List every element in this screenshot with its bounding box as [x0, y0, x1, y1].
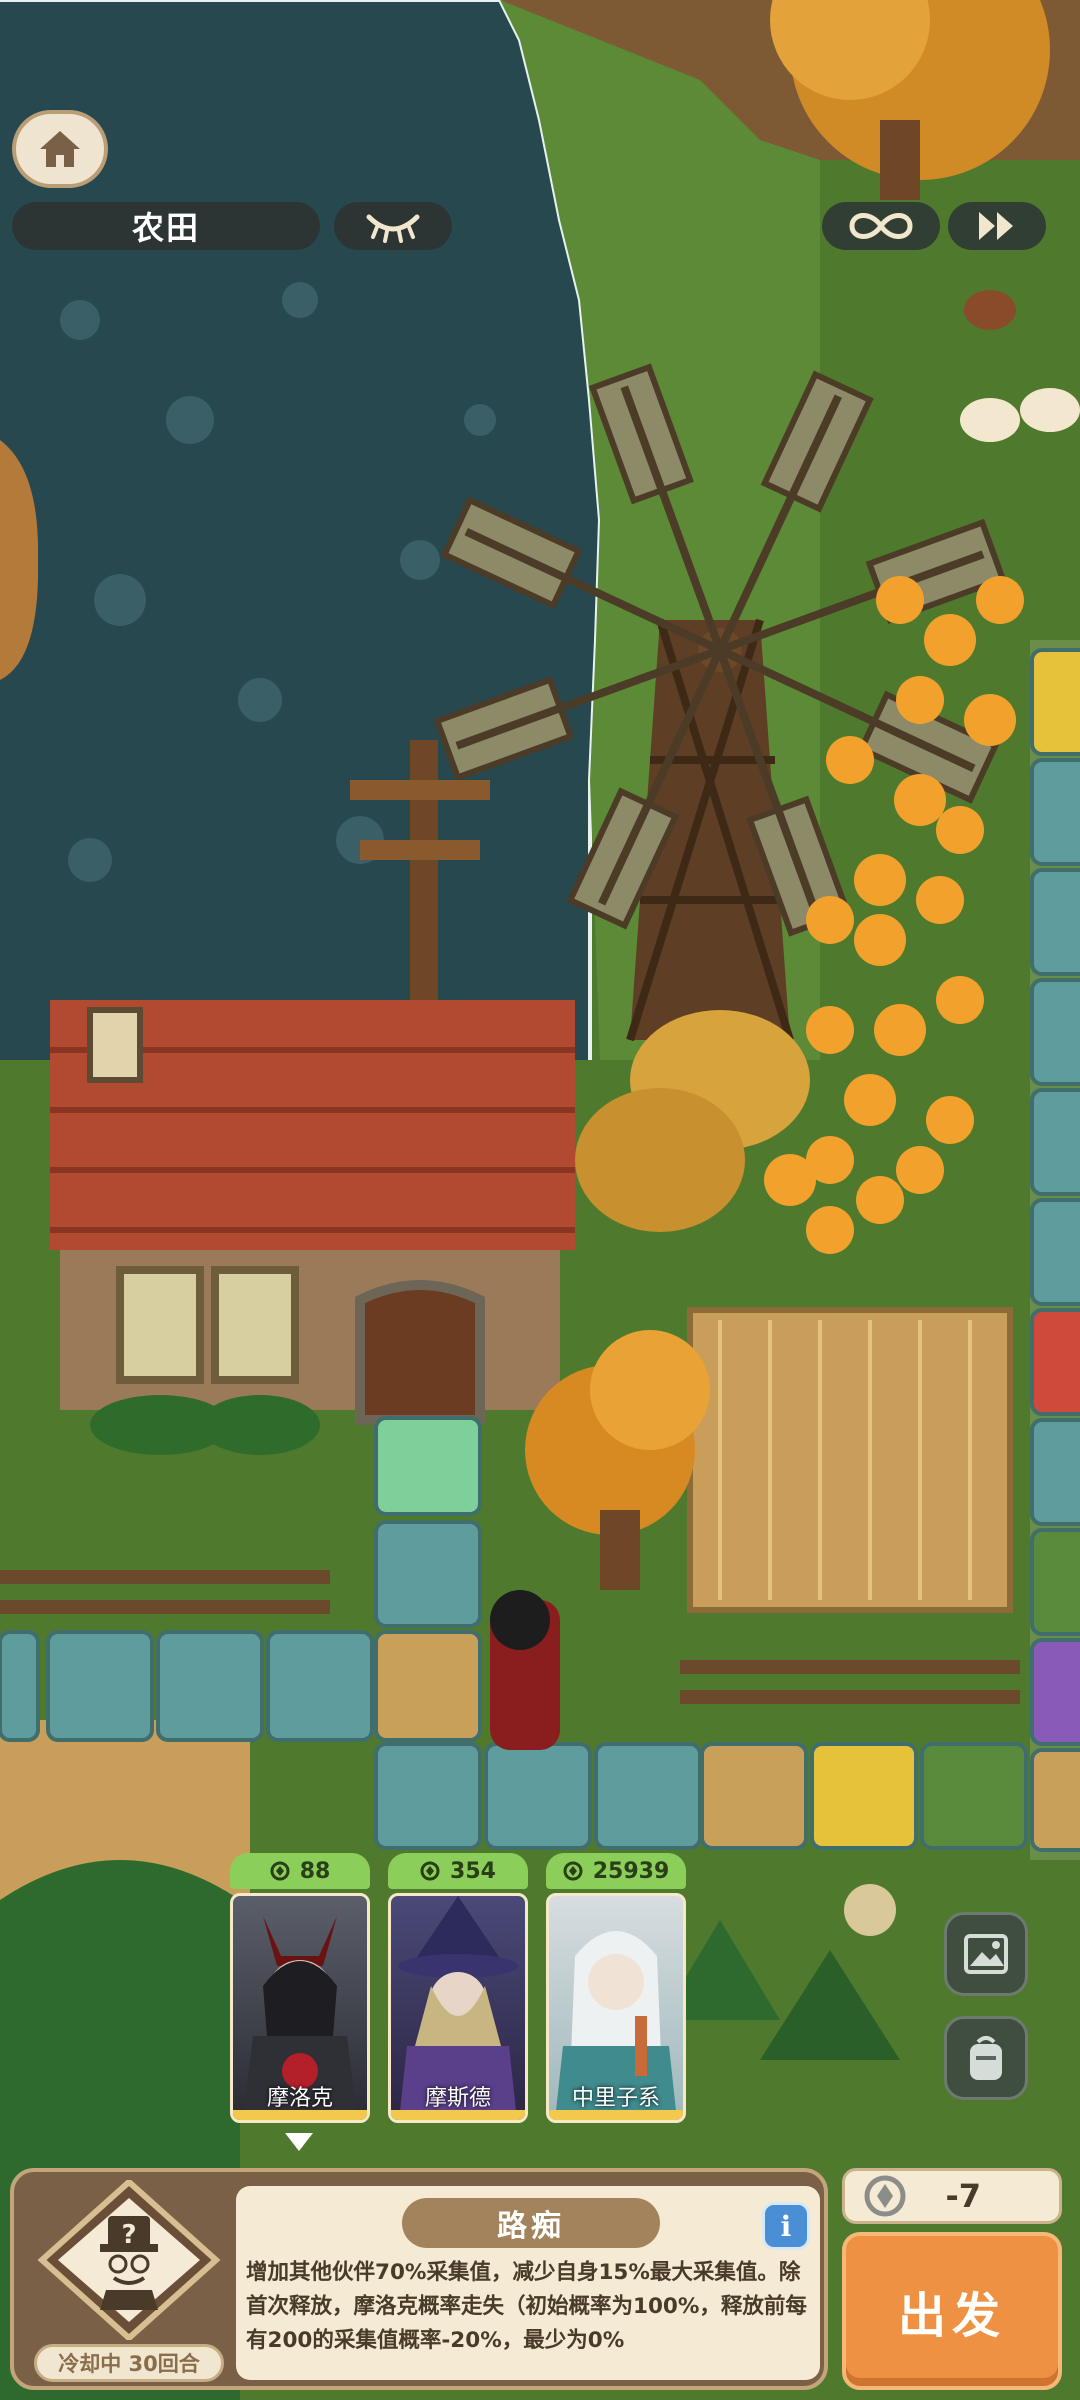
energy-icon [563, 1861, 583, 1881]
party-score-badge: 88 [230, 1853, 370, 1889]
gallery-icon [964, 1934, 1008, 1974]
backpack-button[interactable] [944, 2016, 1028, 2100]
info-button[interactable]: i [762, 2202, 810, 2250]
skill-info-box: 路痴 i 增加其他伙伴70%采集值，减少自身15%最大采集值。除首次释放，摩洛克… [236, 2186, 820, 2380]
character-name: 摩斯德 [424, 2086, 491, 2111]
character-portrait: 中里子系 [546, 1893, 686, 2123]
cost-display: -7 [842, 2168, 1062, 2224]
gallery-button[interactable] [944, 1912, 1028, 1996]
party-card-mosde[interactable]: 354 摩斯德 [388, 1853, 528, 2123]
auto-loop-button[interactable] [822, 202, 940, 250]
fast-forward-icon [979, 212, 1013, 240]
party-card-nakazato[interactable]: 25939 中里子系 [546, 1853, 686, 2123]
party-score-badge: 354 [388, 1853, 528, 1889]
selected-indicator [285, 2133, 313, 2151]
character-name: 中里子系 [571, 2086, 660, 2111]
depart-button[interactable]: 出发 [842, 2232, 1062, 2390]
game-scene [0, 0, 1080, 2400]
skill-description: 增加其他伙伴70%采集值，减少自身15%最大采集值。除首次释放，摩洛克概率走失（… [246, 2260, 807, 2353]
eye-closed-icon [366, 214, 420, 243]
cost-value: -7 [945, 2177, 981, 2215]
skill-panel: ? 冷却中 30回合 路痴 i 增加其他伙伴70%采集值，减少自身15%最大采集… [10, 2168, 828, 2390]
energy-icon [420, 1861, 440, 1881]
selected-bar [233, 2110, 367, 2120]
toggle-visibility-button[interactable] [334, 202, 452, 250]
mystery-gentleman-icon: ? [37, 2180, 221, 2340]
svg-text:?: ? [121, 2220, 136, 2250]
info-icon: i [780, 2209, 792, 2243]
cooldown-label: 冷却中 30回合 [34, 2344, 224, 2382]
infinity-icon [849, 213, 913, 239]
skill-title: 路痴 [402, 2198, 660, 2248]
backpack-icon [970, 2036, 1002, 2080]
character-portrait: 摩斯德 [388, 1893, 528, 2123]
home-button[interactable] [12, 110, 108, 188]
card-bar [549, 2110, 683, 2120]
card-bar [391, 2110, 525, 2120]
character-name: 摩洛克 [266, 2086, 333, 2111]
skill-icon-frame[interactable]: ? [34, 2180, 224, 2340]
energy-icon [864, 2175, 906, 2217]
party-score: 354 [450, 1858, 496, 1884]
party-score-badge: 25939 [546, 1853, 686, 1889]
party-score: 25939 [592, 1858, 670, 1884]
party-card-molok[interactable]: 88 摩洛克 [230, 1853, 370, 2123]
energy-icon [270, 1861, 290, 1881]
character-portrait: 摩洛克 [230, 1893, 370, 2123]
home-icon [40, 131, 80, 167]
fast-forward-button[interactable] [948, 202, 1046, 250]
party-score: 88 [299, 1858, 331, 1884]
map-name-label: 农田 [12, 202, 320, 250]
